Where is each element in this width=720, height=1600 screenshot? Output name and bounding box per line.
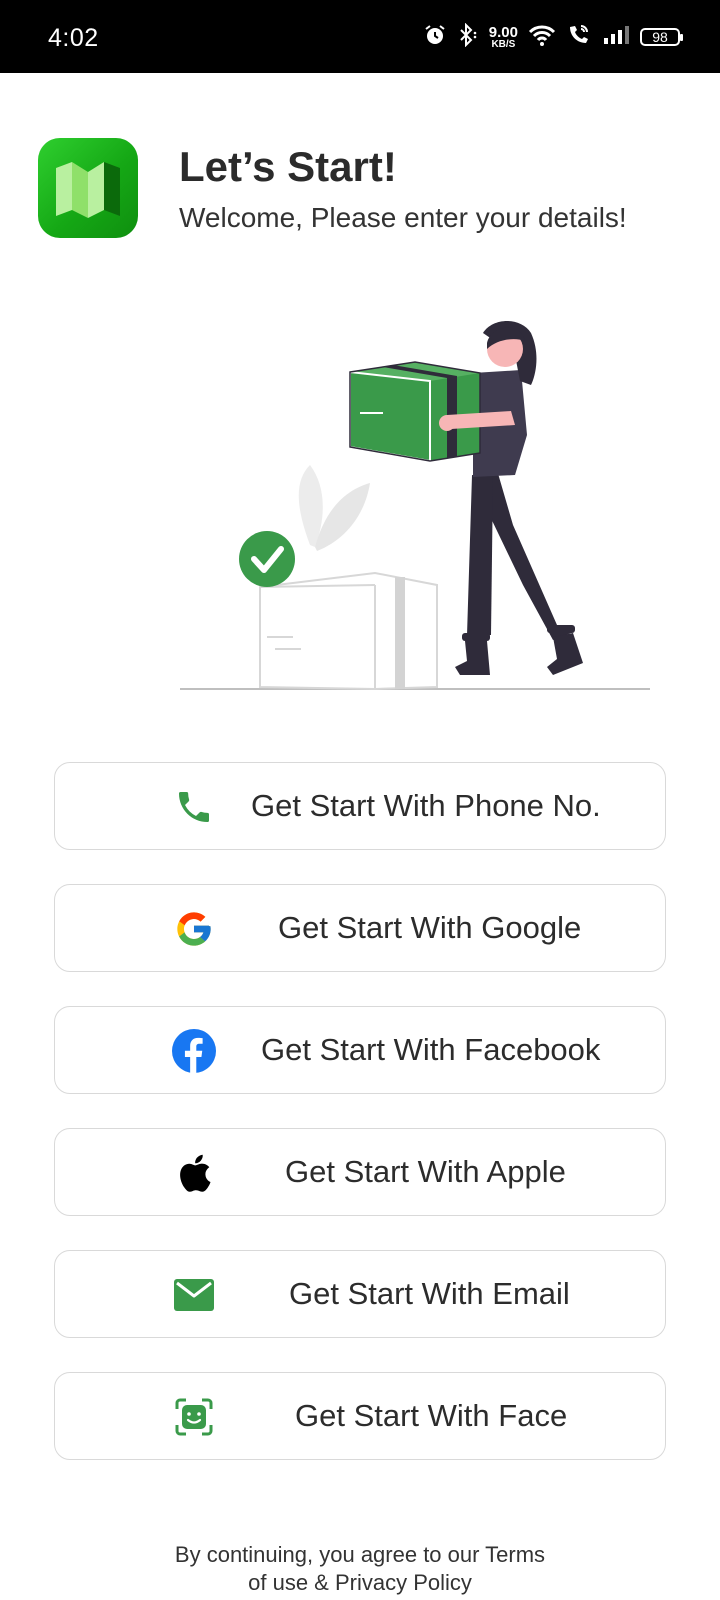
face-signin-label: Get Start With Face [295, 1398, 568, 1433]
phone-icon [172, 785, 216, 829]
face-id-icon [172, 1395, 216, 1439]
signal-icon [602, 24, 630, 51]
status-icons: 9.00 KB/S 98 [423, 22, 683, 52]
wifi-calling-icon [566, 23, 592, 52]
email-icon [172, 1273, 216, 1317]
status-time: 4:02 [48, 24, 99, 52]
facebook-signin-button[interactable]: Get Start With Facebook [54, 1006, 666, 1094]
apple-signin-label: Get Start With Apple [285, 1154, 566, 1189]
google-icon [172, 907, 216, 951]
status-bar: 4:02 9.00 KB/S 98 [0, 0, 720, 73]
google-signin-label: Get Start With Google [278, 910, 582, 945]
net-speed: 9.00 KB/S [489, 25, 518, 50]
google-signin-button[interactable]: Get Start With Google [54, 884, 666, 972]
email-signin-button[interactable]: Get Start With Email [54, 1250, 666, 1338]
alarm-icon [423, 23, 447, 52]
terms-notice: By continuing, you agree to our Terms of… [0, 1541, 720, 1597]
wifi-icon [528, 23, 556, 52]
email-signin-label: Get Start With Email [289, 1276, 570, 1311]
phone-signin-label: Get Start With Phone No. [251, 788, 601, 823]
face-signin-button[interactable]: Get Start With Face [54, 1372, 666, 1460]
apple-signin-button[interactable]: Get Start With Apple [54, 1128, 666, 1216]
page-subtitle: Welcome, Please enter your details! [179, 202, 627, 233]
battery-icon: 98 [640, 28, 683, 46]
facebook-icon [172, 1029, 216, 1073]
phone-signin-button[interactable]: Get Start With Phone No. [54, 762, 666, 850]
delivery-illustration [180, 321, 650, 691]
net-speed-value: 9.00 [488, 23, 518, 41]
app-logo [38, 138, 138, 238]
net-speed-unit: KB/S [491, 38, 516, 50]
terms-notice-line1: By continuing, you agree to our Terms [174, 1542, 546, 1567]
bluetooth-icon [457, 22, 479, 52]
facebook-signin-label: Get Start With Facebook [261, 1032, 601, 1067]
apple-icon [172, 1151, 216, 1195]
page-title: Let’s Start! [179, 143, 397, 190]
terms-notice-line2[interactable]: of use & Privacy Policy [0, 1569, 720, 1597]
